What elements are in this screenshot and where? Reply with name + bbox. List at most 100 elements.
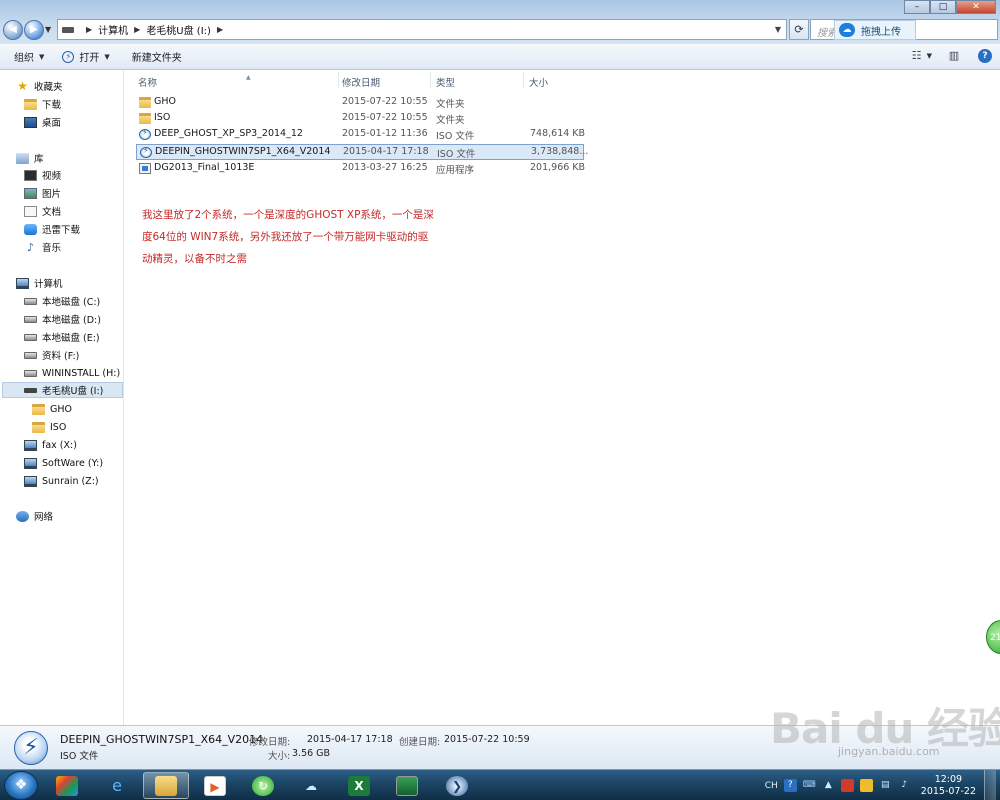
column-header-modified[interactable]: 修改日期 <box>342 75 380 89</box>
cloud-upload-label: 拖拽上传 <box>861 26 901 38</box>
breadcrumb-usb-drive[interactable]: 老毛桃U盘 (I:) <box>146 22 211 37</box>
breadcrumb-arrow-icon[interactable]: ▶ <box>86 25 92 34</box>
hard-drive-icon <box>24 333 37 341</box>
organize-button[interactable]: 组织 ▼ <box>14 49 45 65</box>
nav-drive-h[interactable]: WININSTALL (H:) <box>24 365 120 381</box>
nav-label: 老毛桃U盘 (I:) <box>42 386 104 397</box>
navigation-pane: ★ 收藏夹 下载 桌面 库 视频 图片 文档 迅雷下载 ♪ 音乐 计算机 本地磁… <box>0 70 124 725</box>
cloud-icon: ☁ <box>839 23 855 37</box>
address-bar[interactable]: ▶ 计算机 ▶ 老毛桃U盘 (I:) ▶ ▼ <box>57 19 787 40</box>
nav-item-downloads[interactable]: 下载 <box>24 96 61 112</box>
recent-pages-dropdown[interactable]: ▼ <box>45 25 51 34</box>
open-label: 打开 <box>79 53 100 64</box>
preview-pane-icon[interactable]: ▥ <box>946 49 962 63</box>
minimize-button[interactable]: – <box>904 0 930 14</box>
column-header-size[interactable]: 大小 <box>529 75 548 89</box>
internet-explorer-icon: e <box>112 775 122 795</box>
file-name: DG2013_Final_1013E <box>154 162 255 173</box>
nav-label: 资料 (F:) <box>42 351 80 362</box>
folder-icon <box>32 403 45 415</box>
taskbar-app-monitor[interactable] <box>384 772 430 799</box>
nav-drive-i[interactable]: 老毛桃U盘 (I:) <box>2 382 123 398</box>
back-button[interactable]: ◀ <box>3 20 23 40</box>
taskbar-app-green[interactable]: ↻ <box>240 772 286 799</box>
nav-folder-gho[interactable]: GHO <box>32 401 72 417</box>
open-button[interactable]: ⚡ 打开 ▼ <box>62 49 110 64</box>
security-icon[interactable] <box>840 779 854 792</box>
network-drive-icon <box>24 439 37 451</box>
file-row[interactable]: DG2013_Final_1013E 2013-03-27 16:25 应用程序… <box>136 161 585 177</box>
nav-libraries[interactable]: 库 <box>16 150 44 166</box>
nav-item-thunder-downloads[interactable]: 迅雷下载 <box>24 221 80 237</box>
forward-button[interactable]: ▶ <box>24 20 44 40</box>
chevron-down-icon: ▼ <box>39 52 45 61</box>
nav-drive-f[interactable]: 资料 (F:) <box>24 347 79 363</box>
tray-chevron-icon[interactable]: ▲ <box>822 779 835 792</box>
nav-network[interactable]: 网络 <box>16 508 53 524</box>
details-modified-label: 修改日期: <box>249 737 291 748</box>
view-options-icon[interactable]: ☷ <box>909 49 925 63</box>
address-bar-area: ◀ ▶ ▼ ▶ 计算机 ▶ 老毛桃U盘 (I:) ▶ ▼ ⟳ 搜索 老毛桃U盘 … <box>0 0 1000 44</box>
cloud-upload-button[interactable]: ☁ 拖拽上传 <box>834 20 916 40</box>
nav-favorites[interactable]: ★ 收藏夹 <box>16 78 62 94</box>
taskbar-app-explorer[interactable] <box>143 772 189 799</box>
nav-computer[interactable]: 计算机 <box>16 275 63 291</box>
nav-drive-z[interactable]: Sunrain (Z:) <box>24 473 99 489</box>
file-row-selected[interactable]: DEEPIN_GHOSTWIN7SP1_X64_V2014 2015-04-17… <box>136 144 588 160</box>
nav-drive-e[interactable]: 本地磁盘 (E:) <box>24 329 100 345</box>
nav-item-music[interactable]: ♪ 音乐 <box>24 239 61 255</box>
nav-label: 网络 <box>34 512 54 523</box>
column-divider[interactable] <box>430 72 431 88</box>
file-name: ISO <box>154 112 171 123</box>
star-icon: ★ <box>17 78 28 93</box>
file-type: ISO 文件 <box>436 131 475 142</box>
taskbar-app-media[interactable]: ▶ <box>192 772 238 799</box>
close-button[interactable]: ✕ <box>956 0 996 14</box>
taskbar-app-ie[interactable]: e <box>94 772 140 799</box>
file-modified: 2013-03-27 16:25 <box>342 162 428 173</box>
green-circle-app-icon: ↻ <box>252 775 274 796</box>
new-folder-button[interactable]: 新建文件夹 <box>132 49 182 64</box>
keyboard-icon[interactable]: ⌨ <box>803 779 816 792</box>
nav-drive-c[interactable]: 本地磁盘 (C:) <box>24 293 100 309</box>
nav-drive-x[interactable]: fax (X:) <box>24 437 77 453</box>
volume-icon[interactable]: ♪ <box>898 779 911 792</box>
nav-item-pictures[interactable]: 图片 <box>24 185 61 201</box>
start-button[interactable]: ❖ <box>4 771 38 800</box>
file-row[interactable]: DEEP_GHOST_XP_SP3_2014_12 2015-01-12 11:… <box>136 127 585 143</box>
clock[interactable]: 12:09 2015-07-22 <box>921 774 976 798</box>
nav-item-desktop[interactable]: 桌面 <box>24 114 61 130</box>
taskbar-app-360[interactable] <box>44 772 90 799</box>
show-desktop-button[interactable] <box>984 770 996 800</box>
taskbar-app-arrow[interactable]: ❯ <box>434 772 480 799</box>
maximize-button[interactable]: □ <box>930 0 956 14</box>
update-icon[interactable] <box>859 779 873 792</box>
taskbar-app-cloud[interactable]: ☁ <box>288 772 334 799</box>
column-divider[interactable] <box>523 72 524 88</box>
ime-icon[interactable]: ? <box>783 779 797 792</box>
breadcrumb-arrow-icon[interactable]: ▶ <box>217 25 223 34</box>
file-row[interactable]: ISO 2015-07-22 10:55 文件夹 <box>136 111 584 127</box>
column-divider[interactable] <box>338 72 339 88</box>
nav-label: 计算机 <box>34 279 63 290</box>
refresh-button[interactable]: ⟳ <box>789 19 809 40</box>
nav-folder-iso[interactable]: ISO <box>32 419 66 435</box>
nav-item-documents[interactable]: 文档 <box>24 203 61 219</box>
breadcrumb-arrow-icon[interactable]: ▶ <box>134 25 140 34</box>
column-header-name[interactable]: 名称 ▲ <box>138 74 251 89</box>
chevron-down-icon[interactable]: ▼ <box>927 52 932 60</box>
language-indicator[interactable]: CH <box>765 781 778 791</box>
music-note-icon: ♪ <box>26 240 35 254</box>
help-icon[interactable]: ? <box>978 49 992 63</box>
column-header-type[interactable]: 类型 <box>436 75 455 89</box>
nav-drive-d[interactable]: 本地磁盘 (D:) <box>24 311 101 327</box>
file-row[interactable]: GHO 2015-07-22 10:55 文件夹 <box>136 95 584 111</box>
details-file-type: ISO 文件 <box>60 751 99 762</box>
breadcrumb-computer[interactable]: 计算机 <box>98 22 128 37</box>
address-history-dropdown[interactable]: ▼ <box>770 25 786 34</box>
network-tray-icon[interactable]: ▤ <box>879 779 892 792</box>
taskbar-app-excel[interactable]: X <box>336 772 382 799</box>
hard-drive-icon <box>24 369 37 377</box>
nav-item-videos[interactable]: 视频 <box>24 167 61 183</box>
nav-drive-y[interactable]: SoftWare (Y:) <box>24 455 103 471</box>
